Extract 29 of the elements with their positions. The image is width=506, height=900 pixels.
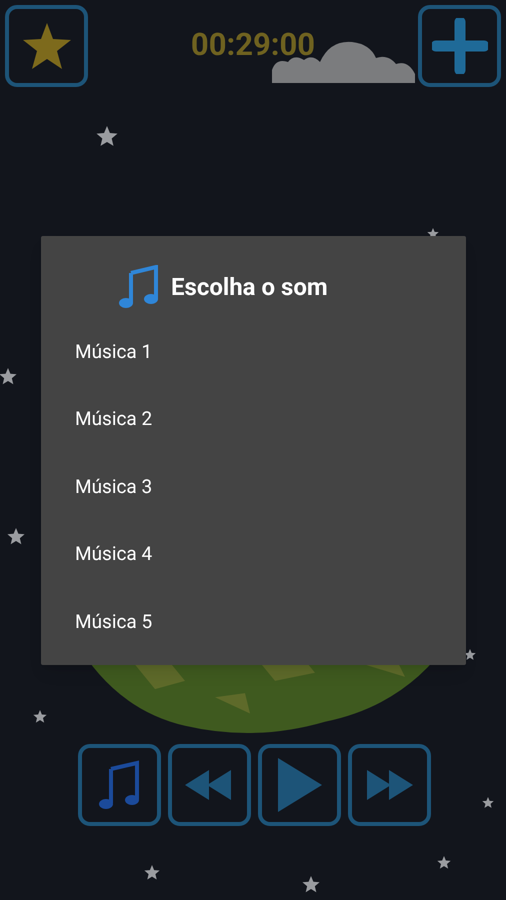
star-icon (437, 856, 451, 870)
fast-forward-icon (365, 770, 413, 800)
star-icon (7, 528, 25, 546)
star-icon (302, 876, 320, 894)
sound-option[interactable]: Música 2 (41, 386, 466, 453)
add-button[interactable] (418, 5, 501, 87)
rewind-button[interactable] (168, 744, 250, 826)
sound-option[interactable]: Música 3 (41, 453, 466, 520)
sound-option[interactable]: Música 1 (41, 318, 466, 386)
star-icon (0, 368, 17, 386)
star-icon (144, 865, 160, 881)
music-note-icon (119, 265, 159, 309)
dialog-title: Escolha o som (171, 272, 328, 303)
sound-option[interactable]: Música 4 (41, 520, 466, 588)
timer-text: 00:29:00 (190, 29, 316, 60)
star-icon (33, 710, 47, 724)
star-icon (464, 649, 476, 661)
rewind-icon (185, 770, 233, 800)
fast-forward-button[interactable] (348, 744, 430, 826)
play-button[interactable] (258, 744, 340, 826)
favorite-button[interactable] (5, 5, 88, 87)
star-icon (96, 126, 118, 148)
play-icon (276, 758, 322, 812)
music-button[interactable] (78, 744, 160, 826)
music-note-icon (97, 759, 141, 811)
sound-option[interactable]: Música 5 (41, 588, 466, 656)
star-icon (22, 22, 72, 70)
plus-icon (432, 18, 488, 74)
star-icon (482, 797, 494, 809)
